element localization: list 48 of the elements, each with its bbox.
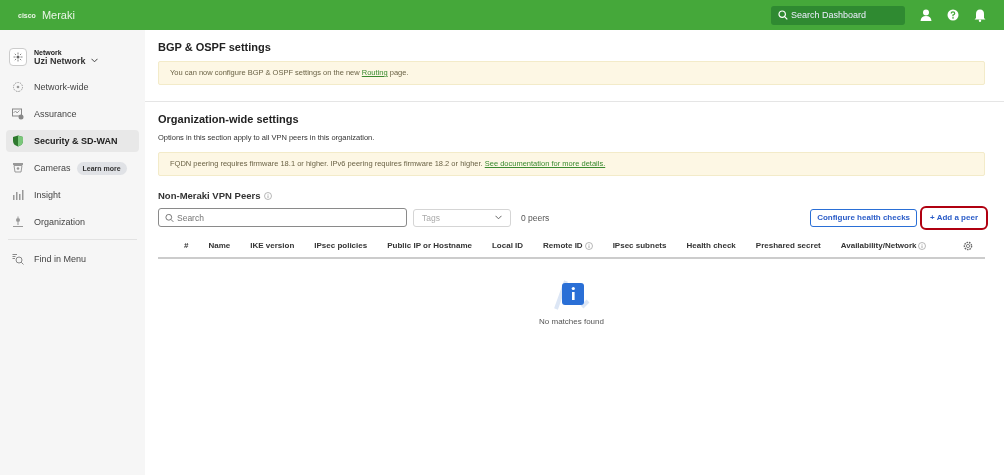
peer-count: 0 peers (521, 212, 550, 223)
column-header[interactable]: Availability/Network (840, 241, 927, 250)
monitor-check-icon (12, 108, 24, 120)
find-in-menu[interactable]: Find in Menu (6, 248, 139, 270)
column-header[interactable]: IPsec subnets (612, 241, 667, 250)
sidebar-item[interactable]: Network-wide (6, 76, 139, 98)
configure-health-checks-button[interactable]: Configure health checks (810, 208, 918, 227)
network-icon (9, 48, 27, 66)
sidebar-item[interactable]: Organization (6, 211, 139, 233)
sidebar-item[interactable]: Insight (6, 184, 139, 206)
column-header[interactable]: IPsec policies (314, 241, 368, 250)
user-icon[interactable] (920, 9, 932, 21)
search-field[interactable]: Search (158, 208, 407, 227)
search-icon (165, 213, 174, 222)
column-header[interactable]: Health check (686, 241, 736, 250)
info-illustration-icon (551, 279, 592, 311)
column-header[interactable]: Name (208, 241, 231, 250)
bell-icon[interactable] (974, 8, 986, 22)
info-icon[interactable] (584, 241, 593, 250)
camera-icon (12, 162, 24, 174)
network-selector[interactable]: Uzi Network (34, 55, 98, 66)
chevron-icon (90, 58, 98, 63)
empty-message: No matches found (539, 317, 604, 326)
add-peer-button[interactable]: + Add a peer (923, 208, 985, 227)
sidebar-item[interactable]: Security & SD-WAN (6, 130, 139, 152)
section-title: Organization-wide settings (158, 113, 300, 125)
column-header[interactable]: Public IP or Hostname (387, 241, 472, 250)
chevron-icon (495, 215, 502, 220)
settings-icon[interactable] (963, 240, 973, 251)
subsection-title: Non-Meraki VPN Peers (158, 190, 261, 201)
column-header[interactable]: # (184, 241, 189, 250)
organization-icon (12, 216, 24, 228)
shield-icon (12, 135, 24, 147)
globe-icon (12, 81, 24, 93)
column-header[interactable]: Preshared secret (755, 241, 821, 250)
menu-search-icon (12, 253, 24, 265)
column-header[interactable]: Remote ID (543, 241, 593, 250)
column-header[interactable]: IKE version (250, 241, 295, 250)
help-icon[interactable] (947, 9, 959, 21)
info-icon[interactable] (264, 191, 273, 200)
column-header[interactable]: Local ID (491, 241, 524, 250)
sidebar-item[interactable]: Assurance (6, 103, 139, 125)
search-field[interactable]: Search Dashboard (771, 5, 905, 25)
section-title: BGP & OSPF settings (158, 41, 272, 53)
search-icon (778, 10, 788, 20)
bar-chart-icon (12, 189, 24, 201)
brand-name: Meraki (41, 9, 75, 21)
info-icon[interactable] (918, 241, 927, 250)
